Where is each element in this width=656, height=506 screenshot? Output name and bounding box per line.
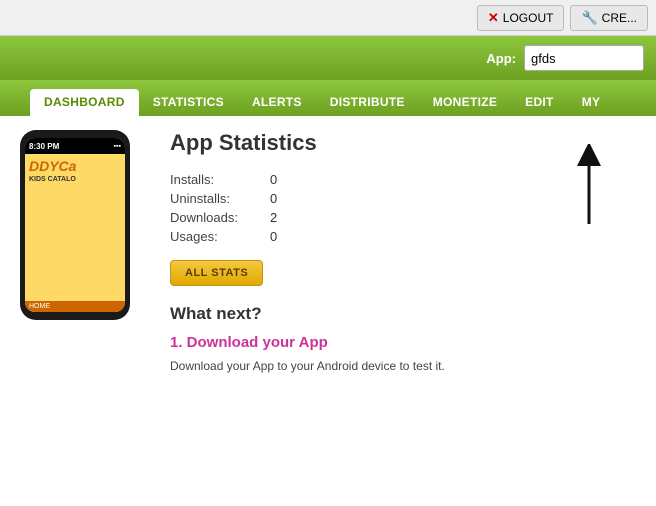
downloads-value: 2 <box>270 210 277 225</box>
tab-my[interactable]: MY <box>568 89 615 116</box>
stats-row-uninstalls: Uninstalls: 0 <box>170 191 636 206</box>
installs-value: 0 <box>270 172 277 187</box>
top-bar: ✕ LOGOUT 🔧 CRE... <box>0 0 656 36</box>
tab-distribute[interactable]: DISTRIBUTE <box>316 89 419 116</box>
installs-label: Installs: <box>170 172 270 187</box>
stats-row-downloads: Downloads: 2 <box>170 210 636 225</box>
tab-alerts[interactable]: ALERTS <box>238 89 316 116</box>
logout-button[interactable]: ✕ LOGOUT <box>477 5 565 31</box>
phone-time: 8:30 PM <box>29 142 59 151</box>
uninstalls-value: 0 <box>270 191 277 206</box>
nav-bar: DASHBOARD STATISTICS ALERTS DISTRIBUTE M… <box>0 80 656 116</box>
phone-screen: 8:30 PM ▪▪▪ DDYCa KIDS CATALO HOME <box>25 138 125 312</box>
create-button[interactable]: 🔧 CRE... <box>570 5 648 31</box>
logout-label: LOGOUT <box>503 11 554 25</box>
phone-app-subtitle: KIDS CATALO <box>25 176 125 183</box>
create-label: CRE... <box>602 11 637 25</box>
stats-area: App Statistics Installs: 0 Uninstalls: 0… <box>150 116 656 506</box>
phone-outer: 8:30 PM ▪▪▪ DDYCa KIDS CATALO HOME <box>20 130 130 320</box>
all-stats-button[interactable]: ALL STATS <box>170 260 263 286</box>
x-icon: ✕ <box>488 10 499 26</box>
phone-status-bar: 8:30 PM ▪▪▪ <box>25 138 125 154</box>
phone-app-body: DDYCa KIDS CATALO HOME <box>25 154 125 312</box>
main-content: 8:30 PM ▪▪▪ DDYCa KIDS CATALO HOME App S… <box>0 116 656 506</box>
tab-dashboard[interactable]: DASHBOARD <box>30 89 139 116</box>
app-bar: App: <box>0 36 656 80</box>
stats-title: App Statistics <box>170 130 636 156</box>
uninstalls-label: Uninstalls: <box>170 191 270 206</box>
stats-row-usages: Usages: 0 <box>170 229 636 244</box>
download-app-link[interactable]: 1. Download your App <box>170 334 636 351</box>
tab-statistics[interactable]: STATISTICS <box>139 89 238 116</box>
stats-row-installs: Installs: 0 <box>170 172 636 187</box>
download-app-desc: Download your App to your Android device… <box>170 357 636 375</box>
wrench-icon: 🔧 <box>581 10 597 26</box>
usages-label: Usages: <box>170 229 270 244</box>
what-next-title: What next? <box>170 304 636 324</box>
tab-monetize[interactable]: MONETIZE <box>419 89 511 116</box>
app-input[interactable] <box>524 45 644 71</box>
phone-mockup: 8:30 PM ▪▪▪ DDYCa KIDS CATALO HOME <box>0 116 150 506</box>
app-label: App: <box>486 51 516 66</box>
phone-bottom-bar: HOME <box>25 301 125 312</box>
tab-edit[interactable]: EDIT <box>511 89 568 116</box>
phone-app-title: DDYCa <box>25 154 125 176</box>
usages-value: 0 <box>270 229 277 244</box>
phone-battery: ▪▪▪ <box>114 143 121 150</box>
downloads-label: Downloads: <box>170 210 270 225</box>
stats-table: Installs: 0 Uninstalls: 0 Downloads: 2 U… <box>170 172 636 244</box>
